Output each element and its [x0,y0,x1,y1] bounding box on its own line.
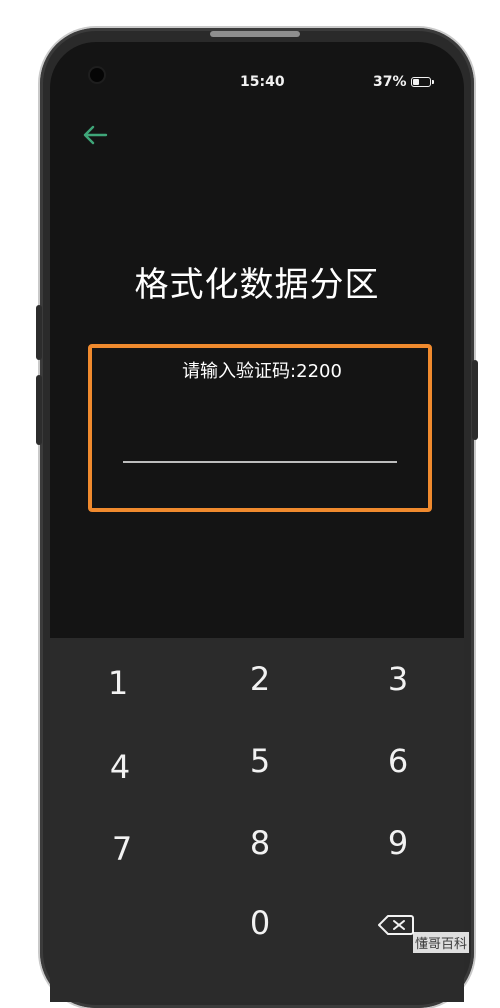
phone-screen: 15:40 37% 格式化数据分区 请输入验证码:2200 1 2 3 4 5 … [50,42,464,1002]
page-title: 格式化数据分区 [134,265,380,305]
back-arrow-icon[interactable] [80,122,110,148]
key-7[interactable]: 7 [92,824,152,874]
status-time: 15:40 [240,74,285,90]
earpiece [210,31,300,37]
key-1[interactable]: 1 [88,658,148,708]
key-5[interactable]: 5 [230,736,290,786]
key-3[interactable]: 3 [368,654,428,704]
battery-icon [410,77,434,87]
numeric-keypad: 1 2 3 4 5 6 7 8 9 0 [50,638,464,1002]
front-camera [90,68,104,82]
backspace-icon[interactable] [378,914,414,936]
key-6[interactable]: 6 [368,736,428,786]
power-button [472,360,478,440]
status-battery: 37% [373,74,434,90]
side-button [36,305,42,360]
key-9[interactable]: 9 [368,818,428,868]
key-4[interactable]: 4 [90,742,150,792]
key-0[interactable]: 0 [230,898,290,948]
battery-percent: 37% [373,74,407,90]
key-8[interactable]: 8 [230,818,290,868]
watermark: 懂哥百科 [413,932,470,953]
side-button [36,375,42,445]
key-2[interactable]: 2 [230,654,290,704]
highlight-annotation [88,344,432,512]
